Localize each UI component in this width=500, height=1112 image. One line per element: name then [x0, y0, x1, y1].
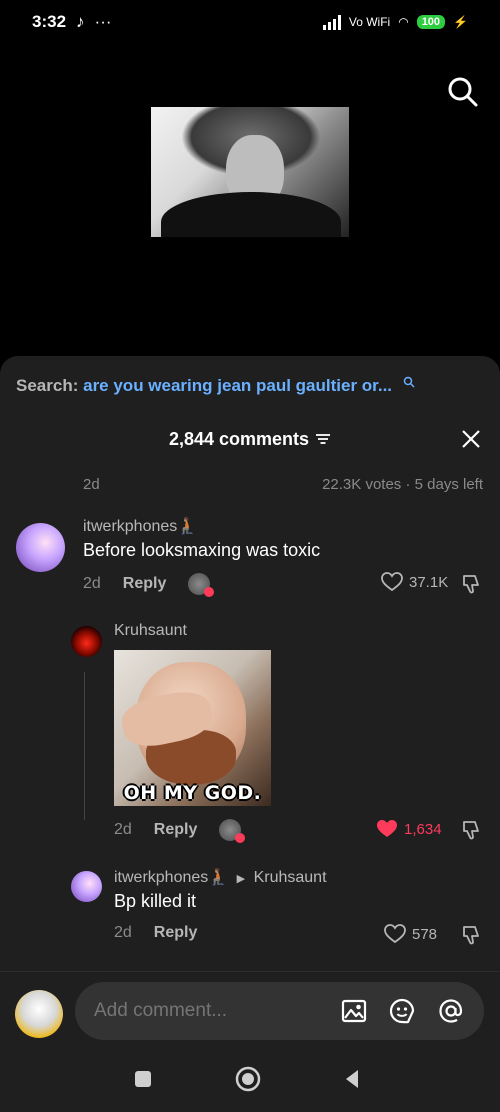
status-time: 3:32	[32, 12, 67, 31]
mention-icon[interactable]	[437, 997, 465, 1025]
comment-text: Before looksmaxing was toxic	[83, 540, 321, 560]
status-bar: 3:32 ♪ ··· Vo WiFi ◠ 100 ⚡	[0, 0, 500, 44]
like-button[interactable]: 578	[384, 924, 437, 944]
author-name[interactable]: itwerkphones🧎🏽	[114, 869, 228, 886]
emoji-icon[interactable]	[388, 997, 416, 1025]
comment-count: 2,844 comments	[168, 428, 310, 449]
like-count: 1,634	[404, 820, 442, 838]
comment-author[interactable]: Kruhsaunt	[114, 622, 187, 640]
creator-reaction-icon	[219, 819, 246, 843]
thread-line	[84, 672, 85, 820]
reply-button[interactable]: Reply	[123, 575, 167, 593]
network-label: Vo WiFi	[348, 15, 391, 29]
dislike-icon[interactable]	[460, 924, 482, 946]
nav-recents-icon[interactable]	[129, 1065, 157, 1093]
heart-icon-filled	[377, 820, 397, 837]
comment-composer	[0, 971, 500, 1049]
thumbnail-body	[161, 192, 341, 237]
video-thumbnail[interactable]	[151, 107, 349, 237]
tiktok-status-icon: ♪	[76, 12, 85, 31]
poll-row: 2d 22.3K votes · 5 days left	[83, 476, 483, 493]
like-button[interactable]: 37.1K	[381, 572, 448, 592]
heart-icon	[384, 924, 406, 944]
search-mini-icon	[403, 376, 415, 388]
reply-button[interactable]: Reply	[154, 821, 198, 839]
like-button[interactable]: 1,634	[376, 819, 442, 839]
comment-age: 2d	[83, 575, 101, 592]
search-query-link[interactable]: are you wearing jean paul gaultier or...	[83, 376, 392, 395]
search-icon[interactable]	[446, 75, 480, 109]
comment-meta: 2d Reply	[114, 924, 197, 942]
battery-badge: 100	[416, 15, 446, 29]
filter-icon[interactable]	[315, 432, 331, 446]
charging-icon: ⚡	[453, 15, 468, 29]
comment-age: 2d	[114, 924, 132, 941]
comment-meta: 2d Reply	[83, 573, 215, 597]
comment-meta: 2d Reply	[114, 819, 246, 843]
image-icon[interactable]	[340, 997, 368, 1025]
reply-arrow-icon: ▶	[236, 873, 246, 885]
system-nav-bar	[0, 1049, 500, 1112]
avatar[interactable]	[71, 871, 102, 902]
dislike-icon[interactable]	[460, 819, 482, 841]
reply-button[interactable]: Reply	[154, 924, 198, 942]
poll-votes: 22.3K votes · 5 days left	[322, 476, 483, 493]
status-extra: ···	[94, 12, 112, 31]
comments-header: 2,844 comments	[0, 424, 500, 454]
avatar[interactable]	[16, 523, 65, 572]
comment-age: 2d	[114, 821, 132, 838]
nav-back-icon[interactable]	[338, 1065, 366, 1093]
gif-caption: OH MY GOD.	[123, 782, 262, 804]
wifi-icon: ◠	[398, 15, 409, 29]
reply-to-name[interactable]: Kruhsaunt	[254, 869, 327, 886]
comment-author[interactable]: itwerkphones🧎🏽	[83, 516, 197, 536]
gif-attachment[interactable]: OH MY GOD.	[114, 650, 271, 806]
signal-icon	[322, 14, 341, 30]
comment-text: Bp killed it	[114, 891, 197, 911]
avatar[interactable]	[71, 626, 102, 657]
poll-age: 2d	[83, 476, 100, 493]
creator-reaction-icon	[188, 573, 215, 597]
nav-home-icon[interactable]	[234, 1065, 262, 1093]
comment-input[interactable]	[75, 982, 484, 1040]
search-prefix: Search:	[16, 376, 79, 395]
like-count: 578	[412, 925, 438, 943]
my-avatar[interactable]	[15, 990, 63, 1038]
related-search[interactable]: Search: are you wearing jean paul gaulti…	[16, 376, 476, 396]
comment-author: itwerkphones🧎🏽 ▶ Kruhsaunt	[114, 867, 327, 887]
like-count: 37.1K	[409, 573, 449, 591]
close-icon[interactable]	[460, 428, 482, 450]
heart-icon	[381, 572, 403, 592]
dislike-icon[interactable]	[460, 573, 482, 595]
